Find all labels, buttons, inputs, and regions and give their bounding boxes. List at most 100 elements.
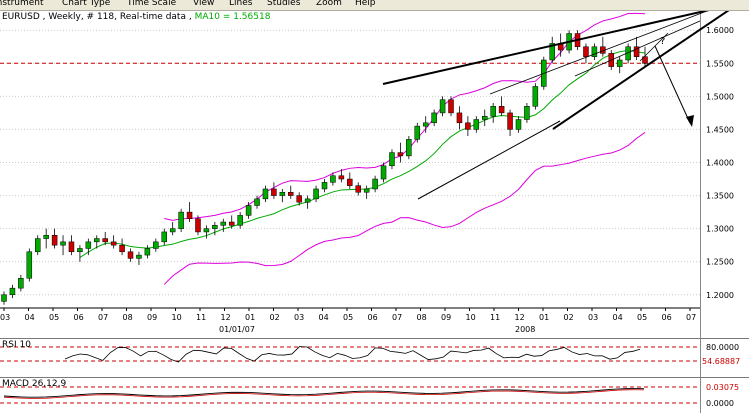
candle-body [591,46,598,57]
candle-body [220,221,227,226]
candlesticks [1,30,648,305]
macd-zero-value: 0.0000 [706,399,734,408]
rsi-current-value: 54.68887 [702,357,740,366]
time-axis-label: 12 [221,313,231,322]
time-axis-label: 06 [368,313,378,322]
macd-chart-svg[interactable]: 0.03075 0.0000 [0,378,749,413]
price-axis-label: 1.5500 [706,59,734,68]
candle-body [456,112,463,124]
time-axis-label: 02 [270,313,280,322]
rsi-panel[interactable]: 80.0000 54.68887 RSI 10 [0,339,749,378]
menu-view[interactable]: View [193,0,214,8]
candle-body [532,86,539,107]
candle-body [212,225,218,229]
candle-body [127,251,134,259]
time-axis: 03 04 05 06 07 08 09 10 11 12 01 02 03 04 05 06 07 08 09 10… [0,307,700,334]
candle-body [347,178,353,186]
candle-body [228,221,235,226]
rsi-chart-svg[interactable]: 80.0000 54.68887 [0,339,749,377]
candle-body [195,218,201,233]
bollinger-bands [163,12,646,285]
menu-chart-type[interactable]: Chart Type [62,0,110,8]
macd-title: MACD 26,12,9 [2,379,67,389]
price-axis-label: 1.4500 [706,125,734,134]
candle-body [271,188,277,196]
candle-body [465,122,471,130]
candle-body [363,188,370,193]
rsi-divider [700,339,701,377]
candle-body [245,205,252,216]
candle-body [51,235,58,246]
candle-body [94,238,100,243]
price-chart-svg[interactable]: 1.6000 1.5500 1.5000 1.4500 1.4000 1.3500 1.30… [0,11,749,338]
candle-body [380,165,387,180]
time-axis-label: 08 [417,313,427,322]
candle-body [60,241,66,246]
candle-body [490,106,496,117]
candle-body [616,59,623,67]
candle-body [1,294,7,302]
candle-body [254,198,260,206]
candle-body [9,287,16,296]
macd-panel[interactable]: 0.03075 0.0000 MACD 26,12,9 [0,378,749,413]
candle-body [330,175,336,183]
candle-body [313,188,319,200]
menu-zoom[interactable]: Zoom [316,0,342,8]
menu-studies[interactable]: Studies [267,0,300,8]
ma-label: MA10 = 1.56518 [194,12,271,22]
price-axis-label: 1.4000 [706,159,734,168]
candle-body [178,211,184,229]
time-axis-label: 05 [637,313,647,322]
rsi-line [64,346,641,363]
time-axis-label: 09 [147,313,157,322]
candle-body [43,235,49,239]
price-axis-label: 1.6000 [706,26,734,35]
macd-current-value: 0.03075 [706,383,739,392]
menu-lines[interactable]: Lines [229,0,252,8]
candle-body [583,46,589,57]
candle-body [186,211,193,219]
candle-body [153,241,159,249]
candle-body [279,192,286,196]
chart-grid [0,11,701,338]
price-axis-label: 1.3500 [706,192,734,201]
price-axis-label: 1.3000 [706,225,734,234]
rsi-title: RSI 10 [2,340,31,350]
candle-body [68,241,75,253]
candle-body [203,228,210,233]
time-axis-label: 11 [490,313,500,322]
candle-body [119,244,125,253]
candle-body [414,125,421,140]
price-axis-label: 1.2500 [706,258,734,267]
trend-lines [382,11,730,200]
chart-title-text: EURUSD , Weekly, # 118, Real-time data [2,12,186,22]
price-axis: 1.6000 1.5500 1.5000 1.4500 1.4000 1.3500 1.30… [706,26,734,300]
date-label-2008: 2008 [515,325,535,334]
time-axis-label: 07 [98,313,108,322]
candle-body [77,248,83,253]
rsi-upper-value: 80.0000 [706,343,739,352]
bollinger-lower [163,131,646,285]
time-axis-label: 04 [319,313,329,322]
time-axis-label: 06 [74,313,84,322]
candle-body [110,241,117,246]
time-axis-label: 10 [172,313,182,322]
time-axis-label: 03 [0,313,10,322]
menu-time-scale[interactable]: Time Scale [127,0,176,8]
candle-body [136,254,142,259]
candle-body [85,241,92,249]
menu-help[interactable]: Help [355,0,376,8]
moving-average-line [79,49,646,258]
time-axis-label: 09 [441,313,451,322]
time-axis-label: 02 [564,313,574,322]
macd-divider [700,378,701,413]
date-label-2007: 01/01/07 [219,325,255,334]
time-axis-label: 05 [343,313,353,322]
candle-body [397,152,404,157]
candle-body [34,238,41,253]
price-chart-panel[interactable]: 1.6000 1.5500 1.5000 1.4500 1.4000 1.3500 1.30… [0,11,749,339]
projection-arrow-line [654,45,691,124]
candle-body [422,122,429,127]
time-axis-label: 01 [539,313,549,322]
menu-instrument[interactable]: Instrument [0,0,44,8]
